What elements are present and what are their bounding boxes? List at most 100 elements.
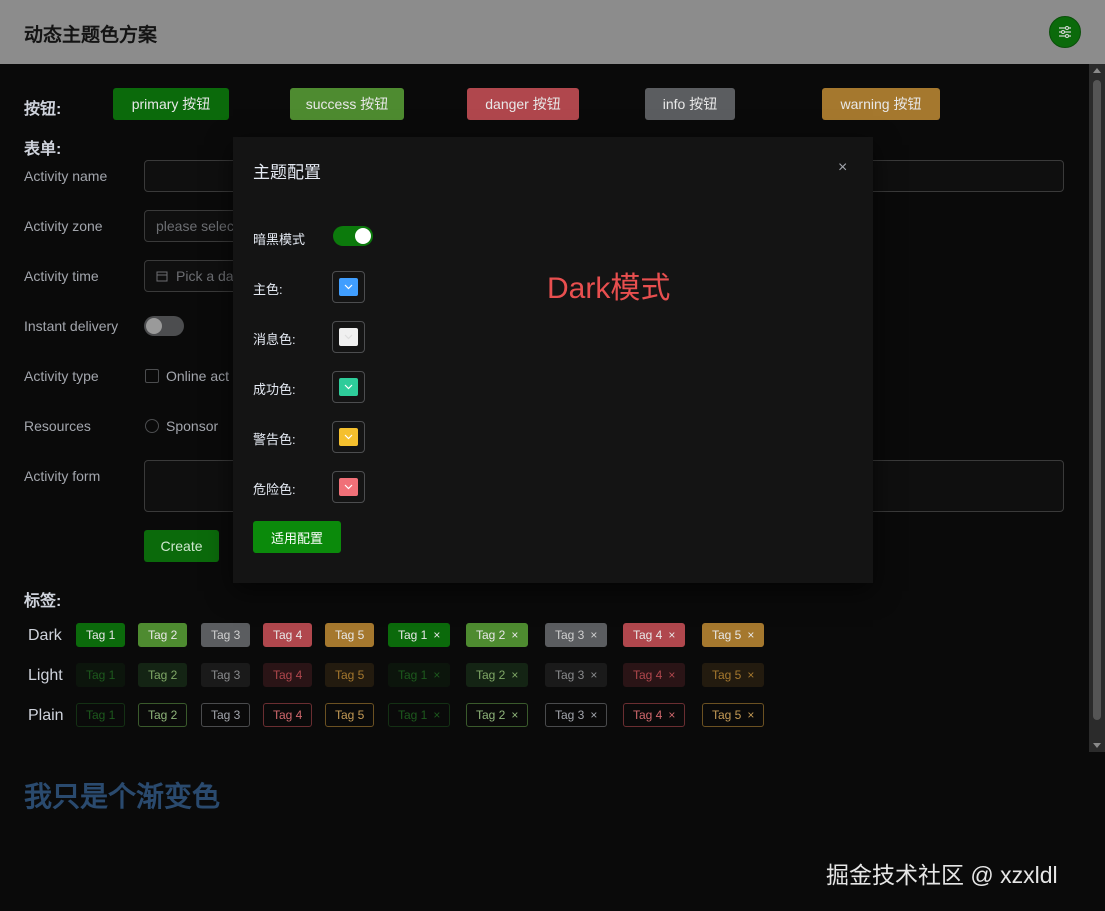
tag-close-icon[interactable]: × — [668, 708, 675, 722]
tag-label: Tag 2 — [476, 668, 506, 682]
resources-option: Sponsor — [166, 418, 219, 434]
chevron-down-icon — [344, 334, 353, 340]
scrollbar-thumb[interactable] — [1093, 80, 1101, 720]
tag-label: Tag 2 — [148, 708, 178, 722]
sliders-icon — [1059, 26, 1071, 38]
success-button[interactable]: success 按钮 — [290, 88, 404, 120]
tag-label: Tag 2 — [148, 628, 178, 642]
primary-button[interactable]: primary 按钮 — [113, 88, 229, 120]
tag-label: Tag 5 — [335, 628, 365, 642]
activity-time-label: Activity time — [24, 268, 99, 284]
primary-color-label: 主色: — [253, 282, 283, 297]
tag-label: Tag 5 — [335, 668, 365, 682]
tag-plain-4: Tag 4 — [263, 703, 313, 727]
tag-dark-1: Tag 1 — [76, 623, 126, 647]
tag-close-icon[interactable]: × — [590, 668, 597, 682]
tag-close-icon[interactable]: × — [590, 628, 597, 642]
primary-color-picker[interactable] — [332, 271, 365, 303]
activity-name-label: Activity name — [24, 168, 108, 184]
dialog-title: 主题配置 — [253, 163, 321, 182]
success-color-label: 成功色: — [253, 382, 296, 397]
tag-dark-8[interactable]: Tag 3 × — [545, 623, 608, 647]
tag-close-icon[interactable]: × — [668, 668, 675, 682]
tag-light-10[interactable]: Tag 5 × — [702, 663, 765, 687]
activity-type-label: Activity type — [24, 368, 99, 384]
info-color-label: 消息色: — [253, 332, 296, 347]
chevron-down-icon — [344, 484, 353, 490]
tag-plain-5: Tag 5 — [325, 703, 375, 727]
tag-light-1: Tag 1 — [76, 663, 126, 687]
tag-plain-8[interactable]: Tag 3 × — [545, 703, 608, 727]
tag-plain-1: Tag 1 — [76, 703, 126, 727]
tag-dark-7[interactable]: Tag 2 × — [466, 623, 529, 647]
tag-plain-7[interactable]: Tag 2 × — [466, 703, 529, 727]
tag-plain-9[interactable]: Tag 4 × — [623, 703, 686, 727]
instant-delivery-switch[interactable] — [144, 316, 184, 336]
tag-close-icon[interactable]: × — [747, 668, 754, 682]
tag-close-icon[interactable]: × — [668, 628, 675, 642]
app-header: 动态主题色方案 — [0, 0, 1105, 64]
tag-label: Tag 3 — [555, 668, 585, 682]
create-button[interactable]: Create — [144, 530, 219, 562]
scrollbar[interactable] — [1089, 64, 1105, 752]
tag-light-2: Tag 2 — [138, 663, 188, 687]
tag-label: Tag 3 — [211, 628, 241, 642]
tag-close-icon[interactable]: × — [433, 628, 440, 642]
resources-radio[interactable] — [145, 419, 159, 433]
tag-close-icon[interactable]: × — [511, 628, 518, 642]
instant-delivery-label: Instant delivery — [24, 318, 119, 334]
tag-light-8[interactable]: Tag 3 × — [545, 663, 608, 687]
tag-light-9[interactable]: Tag 4 × — [623, 663, 686, 687]
tag-row-dark-label: Dark — [28, 627, 62, 644]
activity-zone-label: Activity zone — [24, 218, 103, 234]
tag-label: Tag 5 — [712, 708, 742, 722]
apply-config-button[interactable]: 适用配置 — [253, 521, 341, 553]
switch-knob — [146, 318, 162, 334]
info-color-picker[interactable] — [332, 321, 365, 353]
danger-color-picker[interactable] — [332, 471, 365, 503]
settings-button[interactable] — [1049, 16, 1081, 48]
success-color-picker[interactable] — [332, 371, 365, 403]
tag-dark-9[interactable]: Tag 4 × — [623, 623, 686, 647]
warning-button[interactable]: warning 按钮 — [822, 88, 940, 120]
close-icon[interactable]: × — [838, 159, 847, 177]
tag-row-light-label: Light — [28, 667, 63, 684]
tag-label: Tag 5 — [712, 668, 742, 682]
tag-light-6[interactable]: Tag 1 × — [388, 663, 451, 687]
tag-plain-6[interactable]: Tag 1 × — [388, 703, 451, 727]
chevron-down-icon — [344, 284, 353, 290]
tag-close-icon[interactable]: × — [433, 708, 440, 722]
tag-label: Tag 4 — [633, 668, 663, 682]
activity-time-placeholder: Pick a da — [176, 268, 234, 284]
tag-close-icon[interactable]: × — [590, 708, 597, 722]
activity-time-picker[interactable]: Pick a da — [144, 260, 244, 292]
tag-close-icon[interactable]: × — [511, 668, 518, 682]
danger-button[interactable]: danger 按钮 — [467, 88, 579, 120]
info-button[interactable]: info 按钮 — [645, 88, 735, 120]
activity-type-checkbox[interactable] — [145, 369, 159, 383]
tag-label: Tag 2 — [476, 708, 506, 722]
buttons-section-label: 按钮: — [24, 101, 62, 118]
tag-label: Tag 1 — [398, 668, 428, 682]
tag-close-icon[interactable]: × — [747, 628, 754, 642]
tag-close-icon[interactable]: × — [747, 708, 754, 722]
dark-mode-switch[interactable] — [333, 226, 373, 246]
tag-dark-6[interactable]: Tag 1 × — [388, 623, 451, 647]
warning-color-picker[interactable] — [332, 421, 365, 453]
tag-close-icon[interactable]: × — [511, 708, 518, 722]
gradient-text: 我只是个渐变色 — [24, 781, 221, 812]
tag-plain-3: Tag 3 — [201, 703, 251, 727]
tag-plain-10[interactable]: Tag 5 × — [702, 703, 765, 727]
tag-dark-10[interactable]: Tag 5 × — [702, 623, 765, 647]
danger-color-swatch — [339, 478, 358, 496]
tag-light-7[interactable]: Tag 2 × — [466, 663, 529, 687]
tag-close-icon[interactable]: × — [433, 668, 440, 682]
scroll-up-arrow-icon[interactable] — [1093, 68, 1101, 73]
tag-row-plain-label: Plain — [28, 707, 64, 724]
watermark: 掘金技术社区 @ xzxldl — [826, 862, 1058, 888]
warning-color-swatch — [339, 428, 358, 446]
activity-zone-select[interactable]: please selec — [144, 210, 244, 242]
tag-light-5: Tag 5 — [325, 663, 375, 687]
dark-mode-label: 暗黑模式 — [253, 232, 306, 247]
scroll-down-arrow-icon[interactable] — [1093, 743, 1101, 748]
